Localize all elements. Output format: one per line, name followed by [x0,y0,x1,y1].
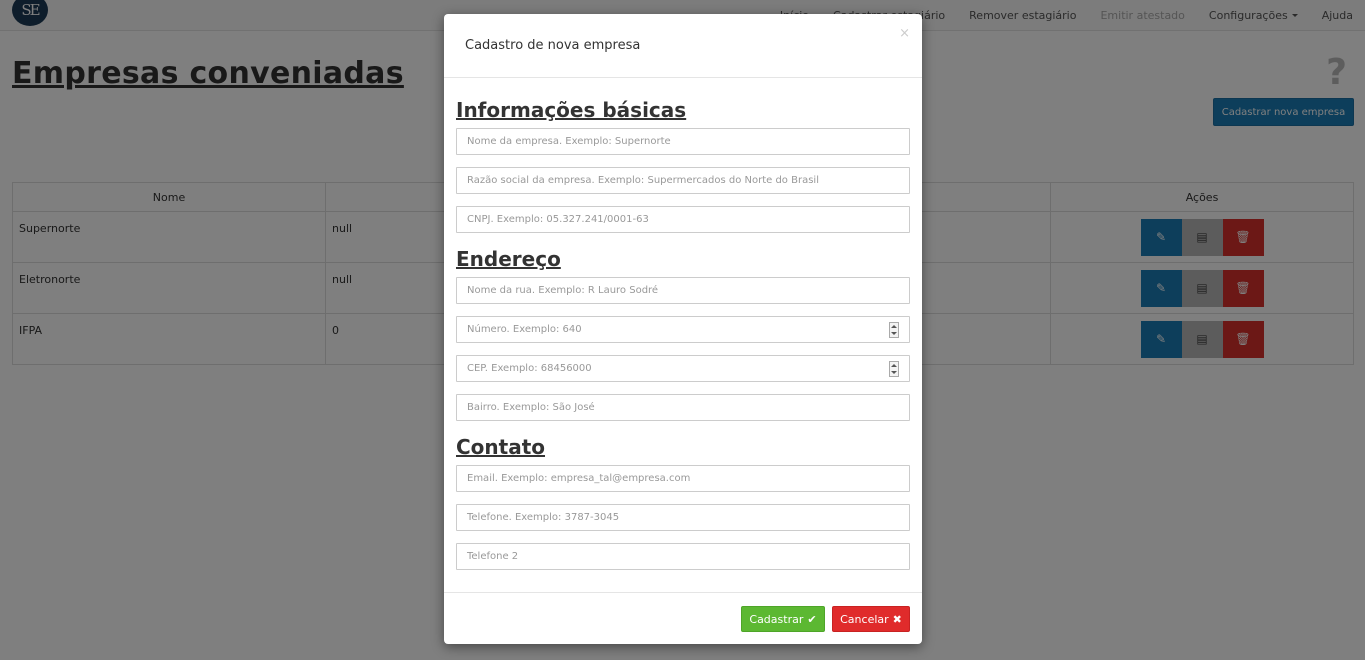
modal-footer: Cadastrar ✔ Cancelar ✖ [444,592,922,644]
email-input[interactable]: Email. Exemplo: empresa_tal@empresa.com [456,465,910,492]
nome-input[interactable]: Nome da empresa. Exemplo: Supernorte [456,128,910,155]
numero-input[interactable]: Número. Exemplo: 640 [456,316,910,343]
section-title-address: Endereço [456,247,561,271]
cep-input[interactable]: CEP. Exemplo: 68456000 [456,355,910,382]
new-company-modal: Cadastro de nova empresa × Informações b… [444,14,922,644]
modal-header: Cadastro de nova empresa × [444,14,922,78]
cancel-label: Cancelar [840,612,889,626]
cep-placeholder: CEP. Exemplo: 68456000 [467,363,592,374]
telefone-input[interactable]: Telefone. Exemplo: 3787-3045 [456,504,910,531]
submit-button[interactable]: Cadastrar ✔ [741,606,825,632]
close-icon[interactable]: × [899,26,910,41]
number-spinner-icon[interactable] [889,322,899,338]
telefone2-input[interactable]: Telefone 2 [456,543,910,570]
x-icon: ✖ [892,612,902,626]
bairro-input[interactable]: Bairro. Exemplo: São José [456,394,910,421]
cancel-button[interactable]: Cancelar ✖ [832,606,910,632]
check-icon: ✔ [807,612,817,626]
cnpj-input[interactable]: CNPJ. Exemplo: 05.327.241/0001-63 [456,206,910,233]
razao-social-input[interactable]: Razão social da empresa. Exemplo: Superm… [456,167,910,194]
section-title-basic: Informações básicas [456,98,687,122]
numero-placeholder: Número. Exemplo: 640 [467,324,582,335]
modal-body: Informações básicas Nome da empresa. Exe… [456,96,910,582]
number-spinner-icon[interactable] [889,361,899,377]
section-title-contact: Contato [456,435,546,459]
modal-title: Cadastro de nova empresa [465,38,641,53]
rua-input[interactable]: Nome da rua. Exemplo: R Lauro Sodré [456,277,910,304]
submit-label: Cadastrar [749,612,804,626]
